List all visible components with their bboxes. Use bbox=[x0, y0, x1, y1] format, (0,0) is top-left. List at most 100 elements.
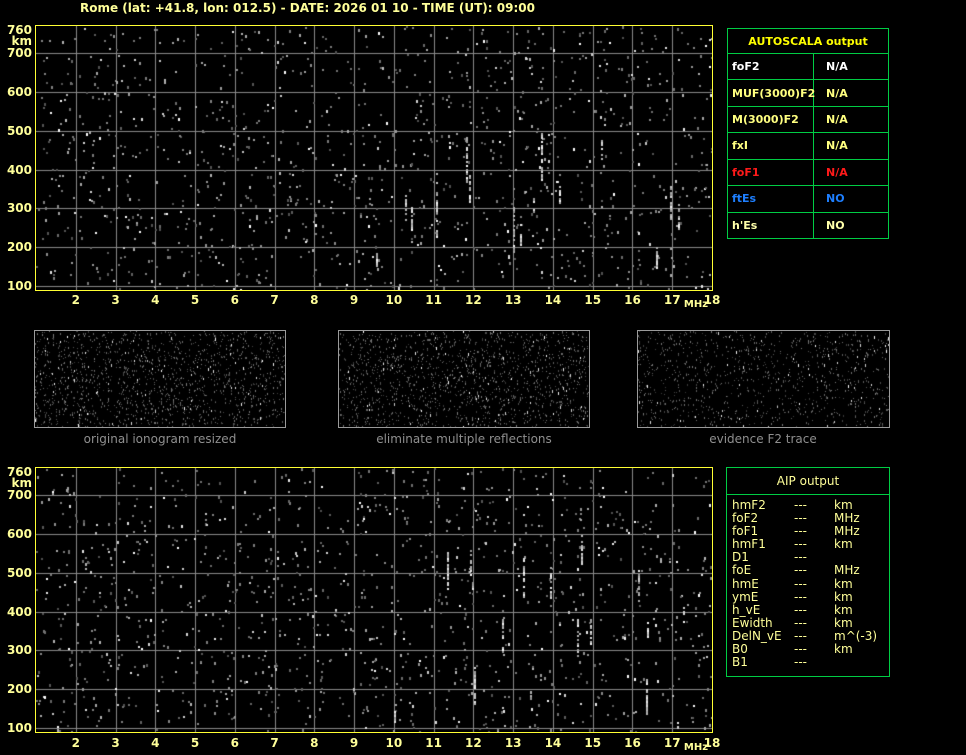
autoscala-output-table: AUTOSCALA output foF2 N/A MUF(3000)F2 N/A M(… bbox=[727, 28, 889, 239]
aip-param-unit: km bbox=[834, 589, 853, 604]
param-value: N/A bbox=[826, 113, 848, 127]
autoscala-row-fof2: foF2 N/A bbox=[728, 54, 888, 81]
param-value: N/A bbox=[826, 139, 848, 153]
x-axis-tick: 15 bbox=[584, 293, 602, 307]
aip-param-label: Ewidth bbox=[732, 615, 773, 630]
x-axis-tick: 7 bbox=[270, 736, 279, 750]
y-axis-tick: 300 bbox=[6, 201, 32, 216]
y-axis-tick: 400 bbox=[6, 604, 32, 619]
param-value: NO bbox=[826, 218, 845, 232]
param-value: N/A bbox=[826, 165, 848, 179]
x-axis-tick: 5 bbox=[190, 293, 200, 307]
aip-row-b1: B1 --- bbox=[732, 656, 889, 669]
x-axis-tick: 6 bbox=[230, 293, 239, 307]
aip-param-value: --- bbox=[794, 602, 807, 617]
aip-row-foe: foE --- MHz bbox=[732, 564, 889, 577]
x-axis-tick: 15 bbox=[584, 736, 602, 750]
aip-param-unit: km bbox=[834, 602, 853, 617]
param-label: foF1 bbox=[728, 159, 814, 186]
y-axis-tick: 700 bbox=[6, 488, 32, 503]
x-axis-tick: 13 bbox=[504, 293, 522, 307]
thumbnail-caption-original: original ionogram resized bbox=[83, 432, 237, 446]
param-label: ftEs bbox=[728, 186, 814, 212]
autoscala-row-fxi: fxI N/A bbox=[728, 133, 888, 160]
x-axis-tick: 7 bbox=[270, 293, 279, 307]
aip-table-header: AIP output bbox=[727, 468, 889, 495]
aip-param-unit: MHz bbox=[834, 563, 860, 578]
x-axis-tick: 8 bbox=[310, 736, 319, 750]
autoscala-table-rows: foF2 N/A MUF(3000)F2 N/A M(3000)F2 N/A fxI N/A f… bbox=[728, 54, 888, 238]
param-value: N/A bbox=[826, 60, 848, 74]
thumbnail-caption-eliminate: eliminate multiple reflections bbox=[376, 432, 552, 446]
aip-row-yme: ymE --- km bbox=[732, 589, 889, 604]
ionogram-canvas-top bbox=[36, 26, 712, 290]
thumbnail-eliminate-reflections bbox=[338, 330, 590, 428]
y-axis-unit-label: km bbox=[11, 34, 32, 48]
autoscala-row-hes: h'Es NO bbox=[728, 212, 888, 238]
y-axis-unit-label: km bbox=[11, 476, 32, 490]
x-axis-tick: 4 bbox=[151, 293, 160, 307]
y-axis-tick: 200 bbox=[6, 240, 32, 255]
aip-output-table: AIP output hmF2 --- km foF2 --- MHz foF1 --- MHz… bbox=[726, 467, 890, 677]
aip-param-value: --- bbox=[794, 589, 807, 604]
thumbnail-original-ionogram bbox=[34, 330, 286, 428]
autoscala-window: Rome (lat: +41.8, lon: 012.5) - DATE: 20… bbox=[0, 0, 966, 755]
aip-row-ewidth: Ewidth --- km bbox=[732, 615, 889, 630]
x-axis-tick: 11 bbox=[425, 293, 442, 307]
autoscala-table-header: AUTOSCALA output bbox=[728, 29, 888, 54]
autoscala-row-muf3000f2: MUF(3000)F2 N/A bbox=[728, 80, 888, 107]
y-axis-tick: 400 bbox=[6, 162, 32, 177]
x-axis-tick: 9 bbox=[349, 293, 359, 307]
aip-row-d1: D1 --- bbox=[732, 551, 889, 564]
y-axis-tick: 500 bbox=[6, 565, 32, 580]
x-axis-tick: 3 bbox=[111, 736, 120, 750]
aip-param-label: hmE bbox=[732, 576, 759, 591]
y-axis-tick: 600 bbox=[6, 527, 32, 541]
x-axis-tick: 16 bbox=[624, 293, 641, 307]
ionogram-plot-bottom bbox=[35, 467, 713, 733]
thumbnail-evidence-canvas bbox=[638, 331, 889, 427]
x-axis-tick: 14 bbox=[544, 293, 562, 307]
aip-row-hmf1: hmF1 --- km bbox=[732, 538, 889, 551]
thumbnail-eliminate-canvas bbox=[339, 331, 589, 427]
x-axis-tick: 9 bbox=[349, 736, 359, 750]
x-axis-tick: 12 bbox=[465, 293, 482, 307]
y-axis-tick: 700 bbox=[6, 46, 32, 61]
param-label: M(3000)F2 bbox=[728, 106, 814, 133]
param-value: NO bbox=[826, 192, 845, 206]
x-axis-tick: 14 bbox=[544, 736, 562, 750]
aip-param-unit: km bbox=[834, 537, 853, 552]
x-axis-tick: 10 bbox=[385, 293, 403, 307]
x-axis-tick: 16 bbox=[624, 736, 641, 750]
aip-row-b0: B0 --- km bbox=[732, 642, 889, 657]
aip-param-unit: km bbox=[834, 576, 853, 591]
x-axis-tick: 10 bbox=[385, 736, 403, 750]
x-axis-tick: 4 bbox=[151, 736, 160, 750]
param-label: fxI bbox=[728, 133, 814, 159]
thumbnail-original-canvas bbox=[35, 331, 285, 427]
page-title: Rome (lat: +41.8, lon: 012.5) - DATE: 20… bbox=[80, 1, 535, 15]
param-label: h'Es bbox=[728, 212, 814, 238]
x-axis-tick: 6 bbox=[230, 736, 239, 750]
aip-row-hme: hmE --- km bbox=[732, 576, 889, 591]
x-axis-tick: 11 bbox=[425, 736, 442, 750]
y-axis-tick: 600 bbox=[6, 85, 32, 99]
y-axis-tick: 300 bbox=[6, 643, 32, 658]
aip-param-unit: km bbox=[834, 615, 853, 630]
aip-param-unit: km bbox=[834, 642, 853, 657]
x-axis-tick: 5 bbox=[190, 736, 200, 750]
thumbnail-evidence-f2 bbox=[637, 330, 890, 428]
x-axis-unit-label: MHz bbox=[683, 299, 709, 310]
aip-param-label: h_vE bbox=[732, 602, 761, 617]
x-axis-tick: 3 bbox=[111, 293, 120, 307]
aip-param-value: --- bbox=[794, 655, 807, 670]
thumbnail-caption-evidence: evidence F2 trace bbox=[709, 432, 817, 446]
x-axis-tick: 2 bbox=[71, 736, 80, 750]
x-axis-tick: 2 bbox=[71, 293, 80, 307]
y-axis-tick: 200 bbox=[6, 682, 32, 697]
param-value: N/A bbox=[826, 86, 848, 100]
aip-param-label: B1 bbox=[732, 655, 748, 670]
aip-param-label: foE bbox=[732, 563, 752, 578]
aip-row-hve: h_vE --- km bbox=[732, 602, 889, 617]
aip-param-value: --- bbox=[794, 615, 807, 630]
